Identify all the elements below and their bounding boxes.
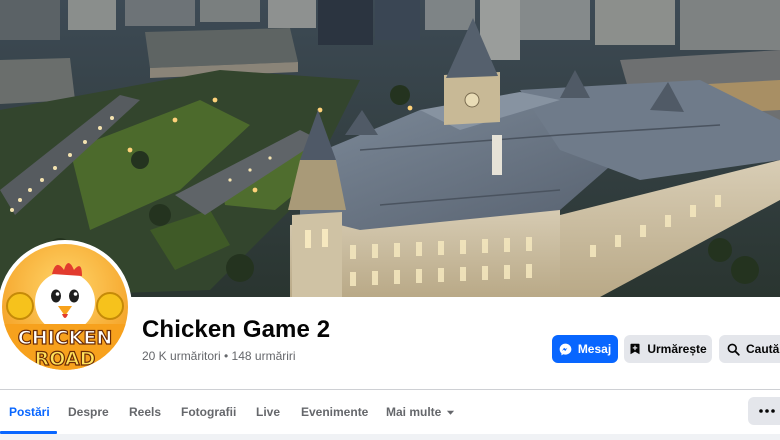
tab-live[interactable]: Live xyxy=(256,390,280,434)
chicken-road-logo: CHICKEN ROAD xyxy=(2,244,128,370)
tab-posts[interactable]: Postări xyxy=(9,390,50,434)
tab-events[interactable]: Evenimente xyxy=(301,390,368,434)
tab-posts-label: Postări xyxy=(9,405,50,419)
avatar[interactable]: CHICKEN ROAD xyxy=(0,240,132,374)
tab-more-label: Mai multe xyxy=(386,405,442,419)
page-tabs: Postări Despre Reels Fotografii Live Eve… xyxy=(0,389,780,434)
tab-about-label: Despre xyxy=(68,405,109,419)
search-icon xyxy=(727,343,740,356)
cover-photo-image xyxy=(0,0,780,297)
more-options-button[interactable] xyxy=(748,397,780,425)
avatar-logo-line1: CHICKEN xyxy=(18,327,112,349)
tab-photos[interactable]: Fotografii xyxy=(181,390,236,434)
tab-events-label: Evenimente xyxy=(301,405,369,419)
content-area-edge xyxy=(0,434,780,440)
message-button[interactable]: Mesaj xyxy=(552,335,618,363)
search-button-label: Caută xyxy=(746,342,780,356)
tab-more[interactable]: Mai multe xyxy=(386,390,455,434)
tab-photos-label: Fotografii xyxy=(181,405,237,419)
follow-button-label: Urmărește xyxy=(647,342,707,356)
follow-button[interactable]: Urmărește xyxy=(624,335,712,363)
cover-photo[interactable] xyxy=(0,0,780,297)
tab-reels[interactable]: Reels xyxy=(129,390,161,434)
follow-icon xyxy=(630,343,640,355)
tab-about[interactable]: Despre xyxy=(68,390,109,434)
avatar-logo-line2: ROAD xyxy=(35,348,96,370)
page-follower-stats[interactable]: 20 K urmăritori • 148 urmăriri xyxy=(142,349,296,363)
messenger-icon xyxy=(559,343,572,355)
search-button[interactable]: Caută xyxy=(719,335,780,363)
caret-down-icon xyxy=(447,410,455,415)
tab-live-label: Live xyxy=(256,405,281,419)
message-button-label: Mesaj xyxy=(577,342,612,356)
tab-reels-label: Reels xyxy=(129,405,162,419)
more-options-icon xyxy=(759,409,775,413)
page-title: Chicken Game 2 xyxy=(142,316,331,343)
